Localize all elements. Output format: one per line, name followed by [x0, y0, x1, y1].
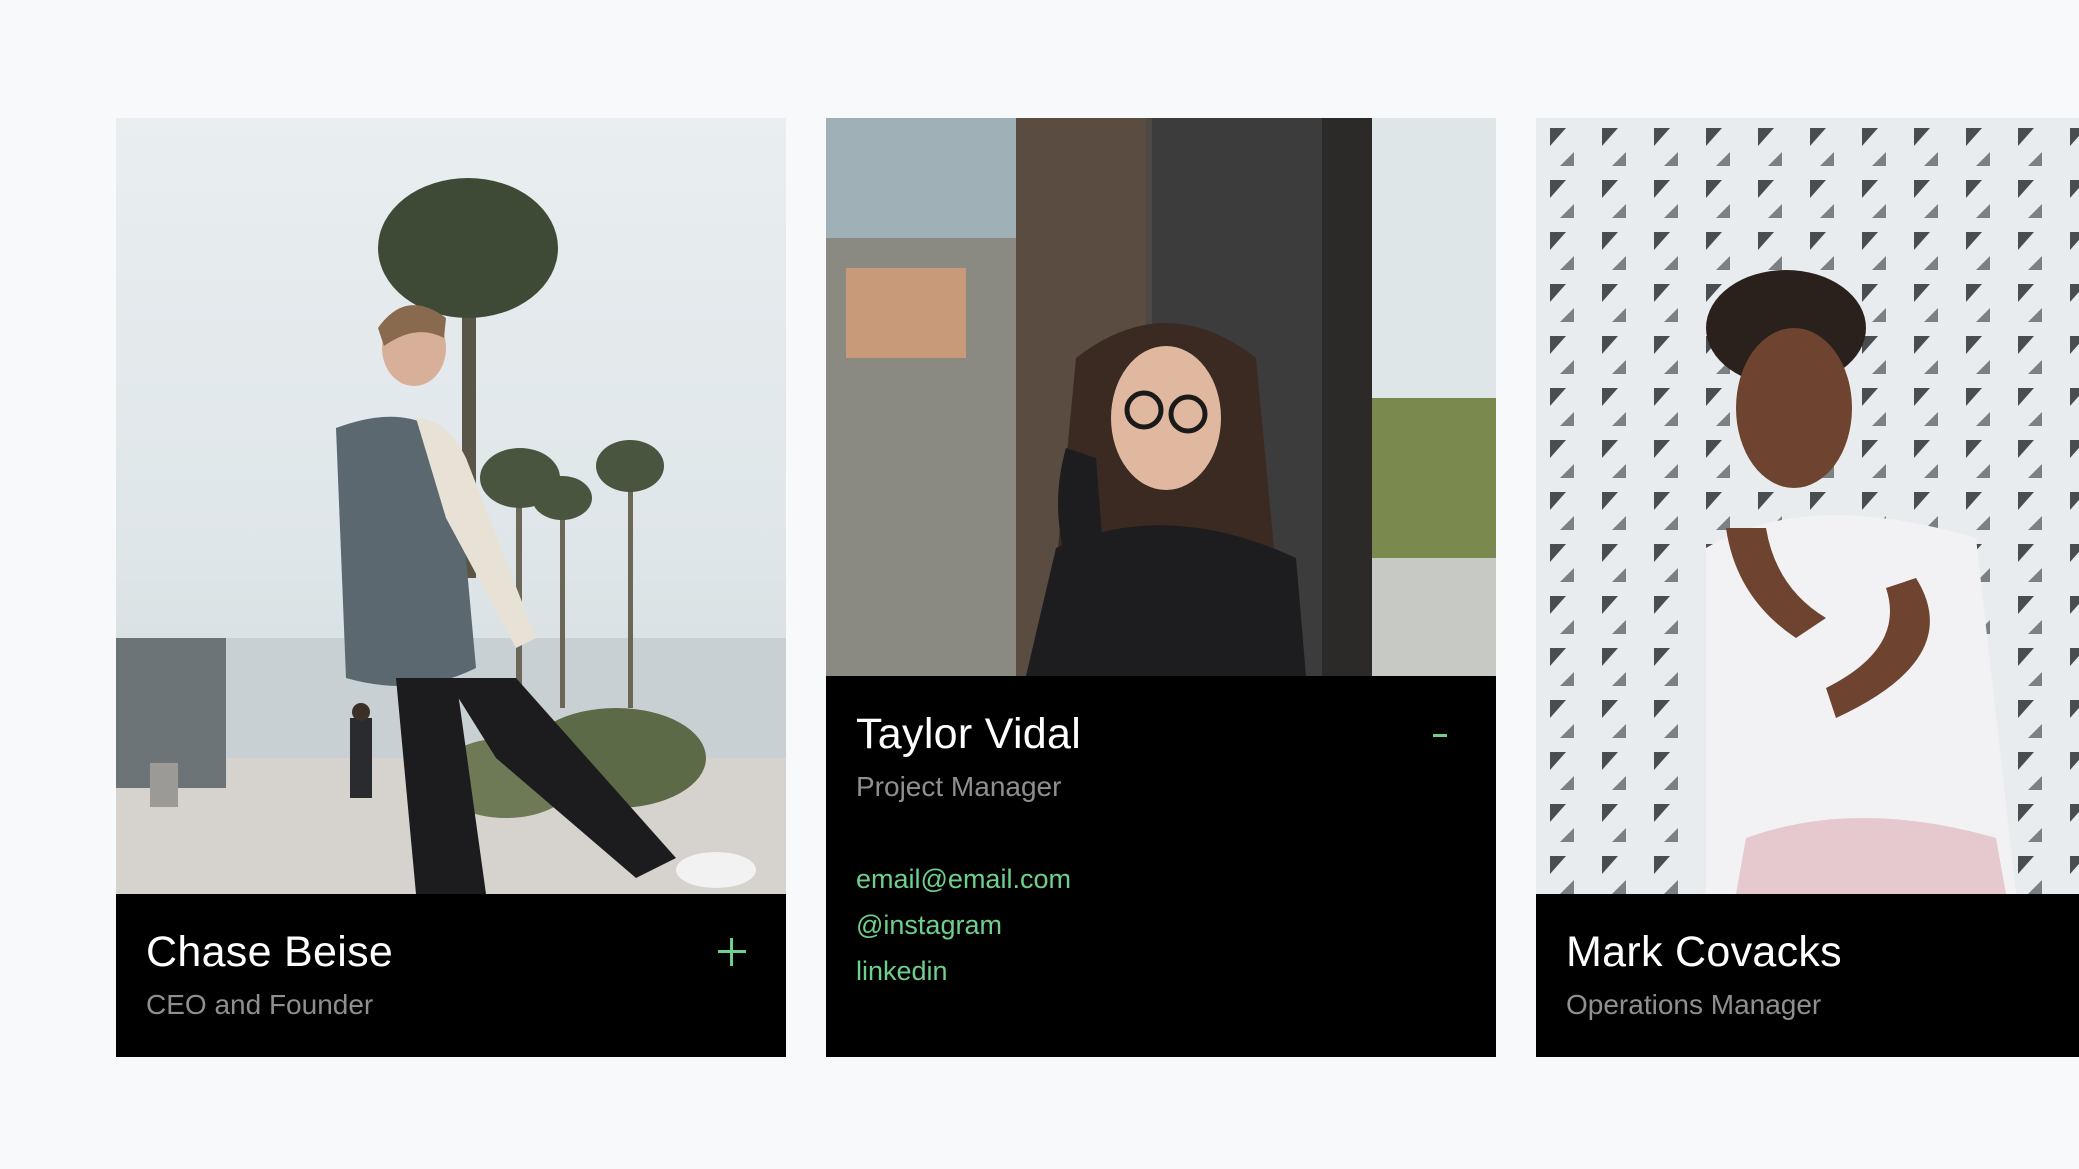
- minus-icon: [1433, 734, 1447, 737]
- member-photo: [116, 118, 786, 894]
- member-name: Taylor Vidal: [856, 710, 1082, 758]
- portrait-pattern-wall-image: [1536, 118, 2079, 894]
- collapse-toggle-button[interactable]: [1420, 712, 1464, 756]
- member-name: Mark Covacks: [1566, 928, 1842, 976]
- member-info: Chase Beise CEO and Founder: [116, 894, 786, 1057]
- team-card-mark-covacks[interactable]: Mark Covacks Operations Manager: [1536, 118, 2079, 1057]
- member-photo: [826, 118, 1496, 676]
- expand-toggle-button[interactable]: [710, 930, 754, 974]
- member-social-links: email@email.com @instagram linkedin: [856, 856, 1071, 994]
- team-card-chase-beise[interactable]: Chase Beise CEO and Founder: [116, 118, 786, 1057]
- member-photo: [1536, 118, 2079, 894]
- member-role: Operations Manager: [1566, 989, 1822, 1020]
- portrait-glasses-image: [826, 118, 1496, 676]
- email-link[interactable]: email@email.com: [856, 856, 1071, 902]
- member-info: Taylor Vidal Project Manager email@email…: [826, 676, 1496, 1057]
- team-card-taylor-vidal[interactable]: Taylor Vidal Project Manager email@email…: [826, 118, 1496, 1057]
- member-role: CEO and Founder: [146, 989, 374, 1020]
- member-role: Project Manager: [856, 771, 1062, 802]
- linkedin-link[interactable]: linkedin: [856, 948, 1071, 994]
- member-name: Chase Beise: [146, 928, 394, 976]
- instagram-link[interactable]: @instagram: [856, 902, 1071, 948]
- beach-portrait-image: [116, 118, 786, 894]
- team-carousel: Chase Beise CEO and Founder Taylor Vidal…: [0, 0, 2079, 1169]
- member-info: Mark Covacks Operations Manager: [1536, 894, 2079, 1057]
